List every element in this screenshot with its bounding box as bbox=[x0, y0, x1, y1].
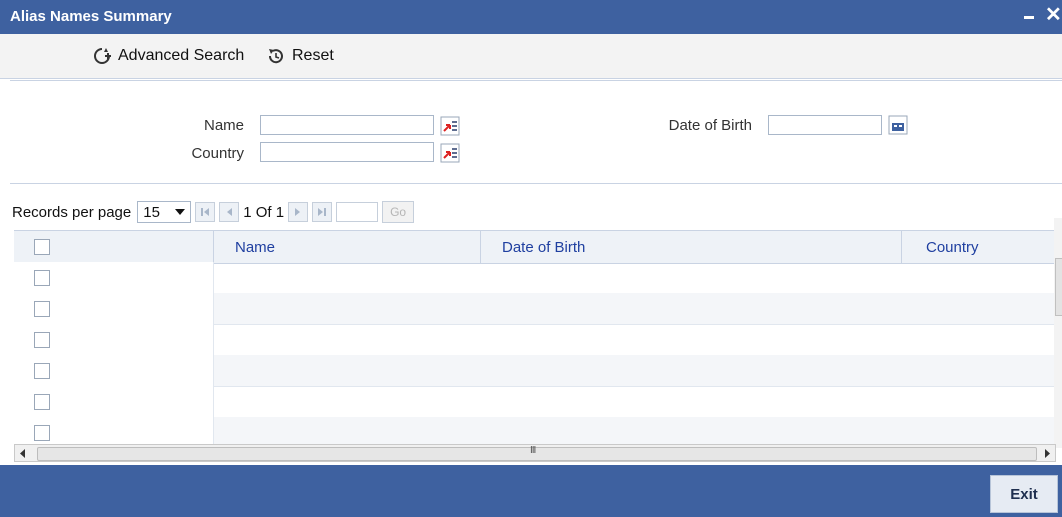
records-per-page-label: Records per page bbox=[12, 203, 132, 221]
scroll-left-icon[interactable] bbox=[19, 449, 27, 458]
row-checkbox[interactable] bbox=[34, 425, 50, 441]
row-select-cell bbox=[14, 386, 214, 417]
vertical-scrollbar-thumb[interactable] bbox=[1055, 258, 1062, 316]
vertical-scrollbar[interactable] bbox=[1054, 218, 1062, 448]
table-row[interactable] bbox=[14, 417, 1056, 445]
reset-label: Reset bbox=[292, 47, 334, 64]
horizontal-scrollbar[interactable]: III bbox=[14, 444, 1056, 462]
table-row[interactable] bbox=[14, 386, 1056, 418]
column-header-name[interactable]: Name bbox=[235, 239, 275, 256]
footer-bar bbox=[0, 465, 1062, 517]
records-per-page-select[interactable]: 15 bbox=[137, 201, 192, 223]
country-lov-icon[interactable] bbox=[440, 143, 460, 163]
advanced-search-button[interactable]: Advanced Search bbox=[92, 44, 244, 68]
scroll-grip: III bbox=[530, 445, 536, 456]
row-select-cell bbox=[14, 293, 214, 324]
close-button[interactable]: ✕ bbox=[1045, 4, 1062, 26]
row-checkbox[interactable] bbox=[34, 363, 50, 379]
column-divider bbox=[213, 231, 214, 263]
horizontal-scrollbar-thumb[interactable]: III bbox=[37, 445, 1037, 461]
advanced-search-label: Advanced Search bbox=[118, 47, 245, 64]
country-label: Country bbox=[191, 145, 244, 162]
last-page-icon bbox=[318, 208, 327, 216]
column-header-country[interactable]: Country bbox=[926, 239, 979, 256]
reset-button[interactable]: Reset bbox=[266, 44, 334, 68]
row-select-cell bbox=[14, 324, 214, 355]
row-select-cell bbox=[14, 262, 214, 293]
pagination-bar: Records per page 15 1 Of 1 Go bbox=[12, 198, 415, 226]
row-select-cell bbox=[14, 355, 214, 386]
row-checkbox[interactable] bbox=[34, 332, 50, 348]
table-row[interactable] bbox=[14, 262, 1056, 294]
column-divider bbox=[480, 231, 481, 263]
next-page-icon bbox=[295, 208, 301, 216]
window-title: Alias Names Summary bbox=[10, 8, 172, 25]
row-checkbox[interactable] bbox=[34, 394, 50, 410]
exit-button[interactable]: Exit bbox=[990, 475, 1058, 513]
minimize-icon bbox=[1024, 16, 1034, 19]
records-per-page-value: 15 bbox=[143, 203, 160, 221]
next-page-button[interactable] bbox=[288, 202, 309, 222]
title-bar: Alias Names Summary ✕ bbox=[0, 0, 1062, 34]
reset-icon bbox=[268, 49, 283, 64]
chevron-down-icon bbox=[175, 209, 186, 215]
advanced-search-icon bbox=[94, 48, 111, 64]
row-select-cell bbox=[14, 417, 214, 444]
page-status: 1 Of 1 bbox=[243, 203, 285, 221]
last-page-button[interactable] bbox=[312, 202, 333, 222]
toolbar: Advanced Search Reset bbox=[0, 34, 1062, 79]
minimize-button[interactable] bbox=[1024, 6, 1038, 24]
name-label: Name bbox=[203, 117, 244, 134]
first-page-button[interactable] bbox=[195, 202, 216, 222]
name-input[interactable] bbox=[260, 115, 434, 135]
country-input[interactable] bbox=[260, 142, 434, 162]
first-page-icon bbox=[201, 208, 210, 216]
column-divider bbox=[901, 231, 902, 263]
calendar-icon[interactable] bbox=[888, 115, 908, 135]
date-of-birth-input[interactable] bbox=[768, 115, 882, 135]
previous-page-icon bbox=[227, 208, 233, 216]
table-header: Name Date of Birth Country bbox=[14, 230, 1056, 264]
previous-page-button[interactable] bbox=[219, 202, 240, 222]
scroll-right-icon[interactable] bbox=[1043, 449, 1051, 458]
table-row[interactable] bbox=[14, 324, 1056, 356]
date-of-birth-label: Date of Birth bbox=[668, 117, 752, 134]
row-checkbox[interactable] bbox=[34, 301, 50, 317]
row-checkbox[interactable] bbox=[34, 270, 50, 286]
table-row[interactable] bbox=[14, 355, 1056, 387]
goto-page-input[interactable] bbox=[336, 202, 379, 222]
name-lov-icon[interactable] bbox=[440, 116, 460, 136]
column-header-date-of-birth[interactable]: Date of Birth bbox=[502, 239, 585, 256]
go-button[interactable]: Go bbox=[382, 201, 415, 223]
table-row[interactable] bbox=[14, 293, 1056, 325]
select-all-checkbox[interactable] bbox=[34, 239, 50, 255]
